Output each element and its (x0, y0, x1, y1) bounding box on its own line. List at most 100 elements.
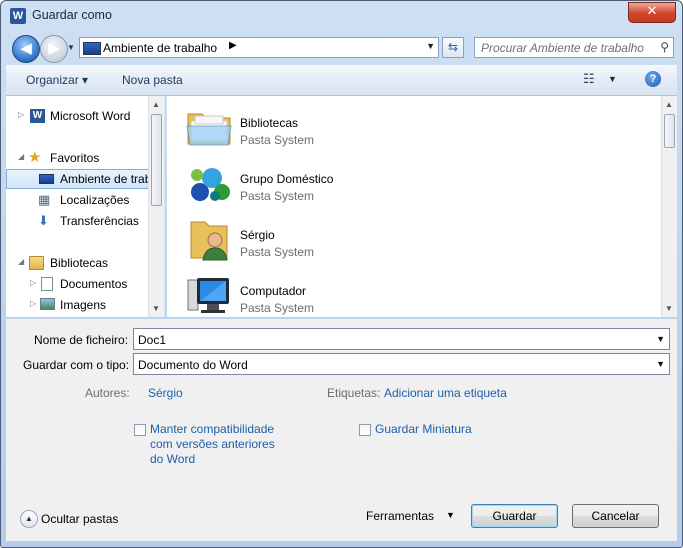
filename-field[interactable]: Doc1 ▼ (133, 328, 670, 350)
sidebar-item-label: Ambiente de trabalho (60, 172, 150, 186)
address-location[interactable]: Ambiente de trabalho (103, 41, 217, 55)
locations-icon: ▦ (38, 192, 51, 207)
word-icon: W (30, 109, 45, 123)
user-folder-icon (185, 214, 233, 262)
filename-dropdown-icon[interactable]: ▼ (656, 334, 665, 344)
authors-label: Autores: (85, 386, 130, 400)
sidebar-item-libraries[interactable]: ◢ Bibliotecas (6, 253, 150, 273)
list-item[interactable]: Grupo Doméstico Pasta System (185, 156, 385, 208)
sidebar-item-documents[interactable]: ▷ Documentos (6, 274, 150, 294)
command-bar: Organizar ▾ Nova pasta ☷ ▼ ? (6, 65, 677, 96)
file-type: Pasta System (240, 133, 315, 147)
hide-folders-button[interactable]: Ocultar pastas (41, 512, 118, 526)
sidebar-item-label: Bibliotecas (50, 256, 109, 270)
address-dropdown-icon[interactable]: ▼ (426, 41, 435, 51)
file-type: Pasta System (240, 245, 315, 259)
scroll-down-icon[interactable]: ▼ (665, 304, 673, 313)
navigation-bar: ◀ ▶ ▼ Ambiente de trabalho ▶ ▼ ⇆ Procura… (1, 33, 682, 63)
save-options-area: Nome de ficheiro: Doc1 ▼ Guardar com o t… (6, 319, 677, 541)
sidebar-item-label: Transferências (60, 214, 139, 228)
list-item[interactable]: Sérgio Pasta System (185, 212, 385, 264)
tags-label: Etiquetas: (327, 386, 381, 400)
scrollbar-thumb[interactable] (151, 114, 162, 206)
desktop-icon (83, 42, 101, 55)
sidebar-item-microsoft-word[interactable]: ▷ W Microsoft Word (6, 106, 150, 126)
help-icon[interactable]: ? (645, 71, 661, 87)
file-type-select[interactable]: Documento do Word ▼ (133, 353, 670, 375)
desktop-icon (39, 174, 54, 184)
file-name: Computador (240, 284, 307, 298)
back-button[interactable]: ◀ (12, 35, 40, 63)
sidebar-item-label: Imagens (60, 298, 107, 312)
file-type-label: Guardar com o tipo: (23, 358, 130, 372)
sidebar-item-label: Favoritos (50, 151, 100, 165)
navigation-scrollbar[interactable]: ▲ ▼ (148, 96, 164, 317)
downloads-icon: ⬇ (38, 213, 49, 228)
recent-pages-dropdown[interactable]: ▼ (67, 43, 77, 53)
thumbnail-label[interactable]: Guardar Miniatura (375, 422, 472, 437)
sidebar-item-label: Microsoft Word (50, 109, 131, 123)
file-type-dropdown-icon[interactable]: ▼ (656, 359, 665, 369)
title-bar[interactable]: W Guardar como ✕ (1, 1, 682, 31)
authors-value[interactable]: Sérgio (148, 386, 183, 400)
computer-icon (185, 270, 233, 317)
cancel-button[interactable]: Cancelar (572, 504, 659, 528)
close-button[interactable]: ✕ (628, 2, 676, 23)
expand-arrow-icon[interactable]: ▷ (30, 278, 36, 287)
libraries-folder-icon (185, 102, 233, 150)
file-name: Bibliotecas (240, 116, 299, 130)
collapse-arrow-icon[interactable]: ◢ (18, 257, 24, 266)
search-icon[interactable]: ⚲ (660, 40, 669, 54)
save-as-dialog: W Guardar como ✕ ◀ ▶ ▼ Ambiente de traba… (0, 0, 683, 548)
file-list-scrollbar[interactable]: ▲ ▼ (661, 96, 677, 317)
refresh-button[interactable]: ⇆ (442, 37, 464, 58)
tools-dropdown-icon[interactable]: ▼ (446, 510, 455, 520)
homegroup-icon (185, 158, 233, 206)
window-title: Guardar como (32, 8, 112, 22)
search-placeholder: Procurar Ambiente de trabalho (481, 41, 644, 55)
file-list: Bibliotecas Pasta System Grupo Doméstico… (167, 96, 677, 317)
filename-value[interactable]: Doc1 (138, 333, 166, 347)
documents-icon (41, 277, 53, 291)
filename-label: Nome de ficheiro: (34, 333, 129, 347)
tools-button[interactable]: Ferramentas (366, 509, 434, 523)
expand-arrow-icon[interactable]: ▷ (30, 299, 36, 308)
address-bar[interactable]: Ambiente de trabalho ▶ ▼ (79, 37, 439, 58)
expand-arrow-icon[interactable]: ▷ (18, 110, 24, 119)
sidebar-item-locations[interactable]: ▦ Localizações (6, 190, 150, 210)
compatibility-label[interactable]: Manter compatibilidade com versões anter… (150, 422, 280, 467)
sidebar-item-pictures[interactable]: ▷ Imagens (6, 295, 150, 315)
organize-button[interactable]: Organizar ▾ (26, 73, 88, 87)
libraries-icon (29, 256, 44, 270)
word-app-icon: W (10, 8, 26, 24)
tags-value[interactable]: Adicionar uma etiqueta (384, 386, 507, 400)
view-options-dropdown[interactable]: ▼ (608, 74, 617, 84)
hide-folders-icon[interactable]: ▲ (20, 510, 38, 528)
sidebar-item-label: Documentos (60, 277, 128, 291)
scroll-up-icon[interactable]: ▲ (152, 100, 160, 109)
address-chevron-icon[interactable]: ▶ (229, 40, 237, 51)
scroll-up-icon[interactable]: ▲ (665, 100, 673, 109)
sidebar-item-downloads[interactable]: ⬇ Transferências (6, 211, 150, 231)
scroll-down-icon[interactable]: ▼ (152, 304, 160, 313)
file-type: Pasta System (240, 301, 315, 315)
sidebar-item-desktop[interactable]: Ambiente de trabalho (6, 169, 150, 189)
search-input[interactable]: Procurar Ambiente de trabalho ⚲ (474, 37, 674, 58)
new-folder-button[interactable]: Nova pasta (122, 73, 183, 87)
file-name: Grupo Doméstico (240, 172, 334, 186)
sidebar-item-label: Localizações (60, 193, 130, 207)
thumbnail-checkbox[interactable] (359, 424, 371, 436)
forward-button[interactable]: ▶ (40, 35, 68, 63)
change-view-icon[interactable]: ☷ (583, 72, 597, 86)
file-name: Sérgio (240, 228, 275, 242)
file-type-value[interactable]: Documento do Word (138, 358, 248, 372)
collapse-arrow-icon[interactable]: ◢ (18, 152, 24, 161)
save-button[interactable]: Guardar (471, 504, 558, 528)
file-type: Pasta System (240, 189, 315, 203)
navigation-pane: ▷ W Microsoft Word ◢ ★ Favoritos Ambient… (6, 96, 165, 317)
list-item[interactable]: Computador Pasta System (185, 268, 385, 317)
compatibility-checkbox[interactable] (134, 424, 146, 436)
scrollbar-thumb[interactable] (664, 114, 675, 148)
list-item[interactable]: Bibliotecas Pasta System (185, 100, 385, 152)
sidebar-item-favorites[interactable]: ◢ ★ Favoritos (6, 148, 150, 168)
